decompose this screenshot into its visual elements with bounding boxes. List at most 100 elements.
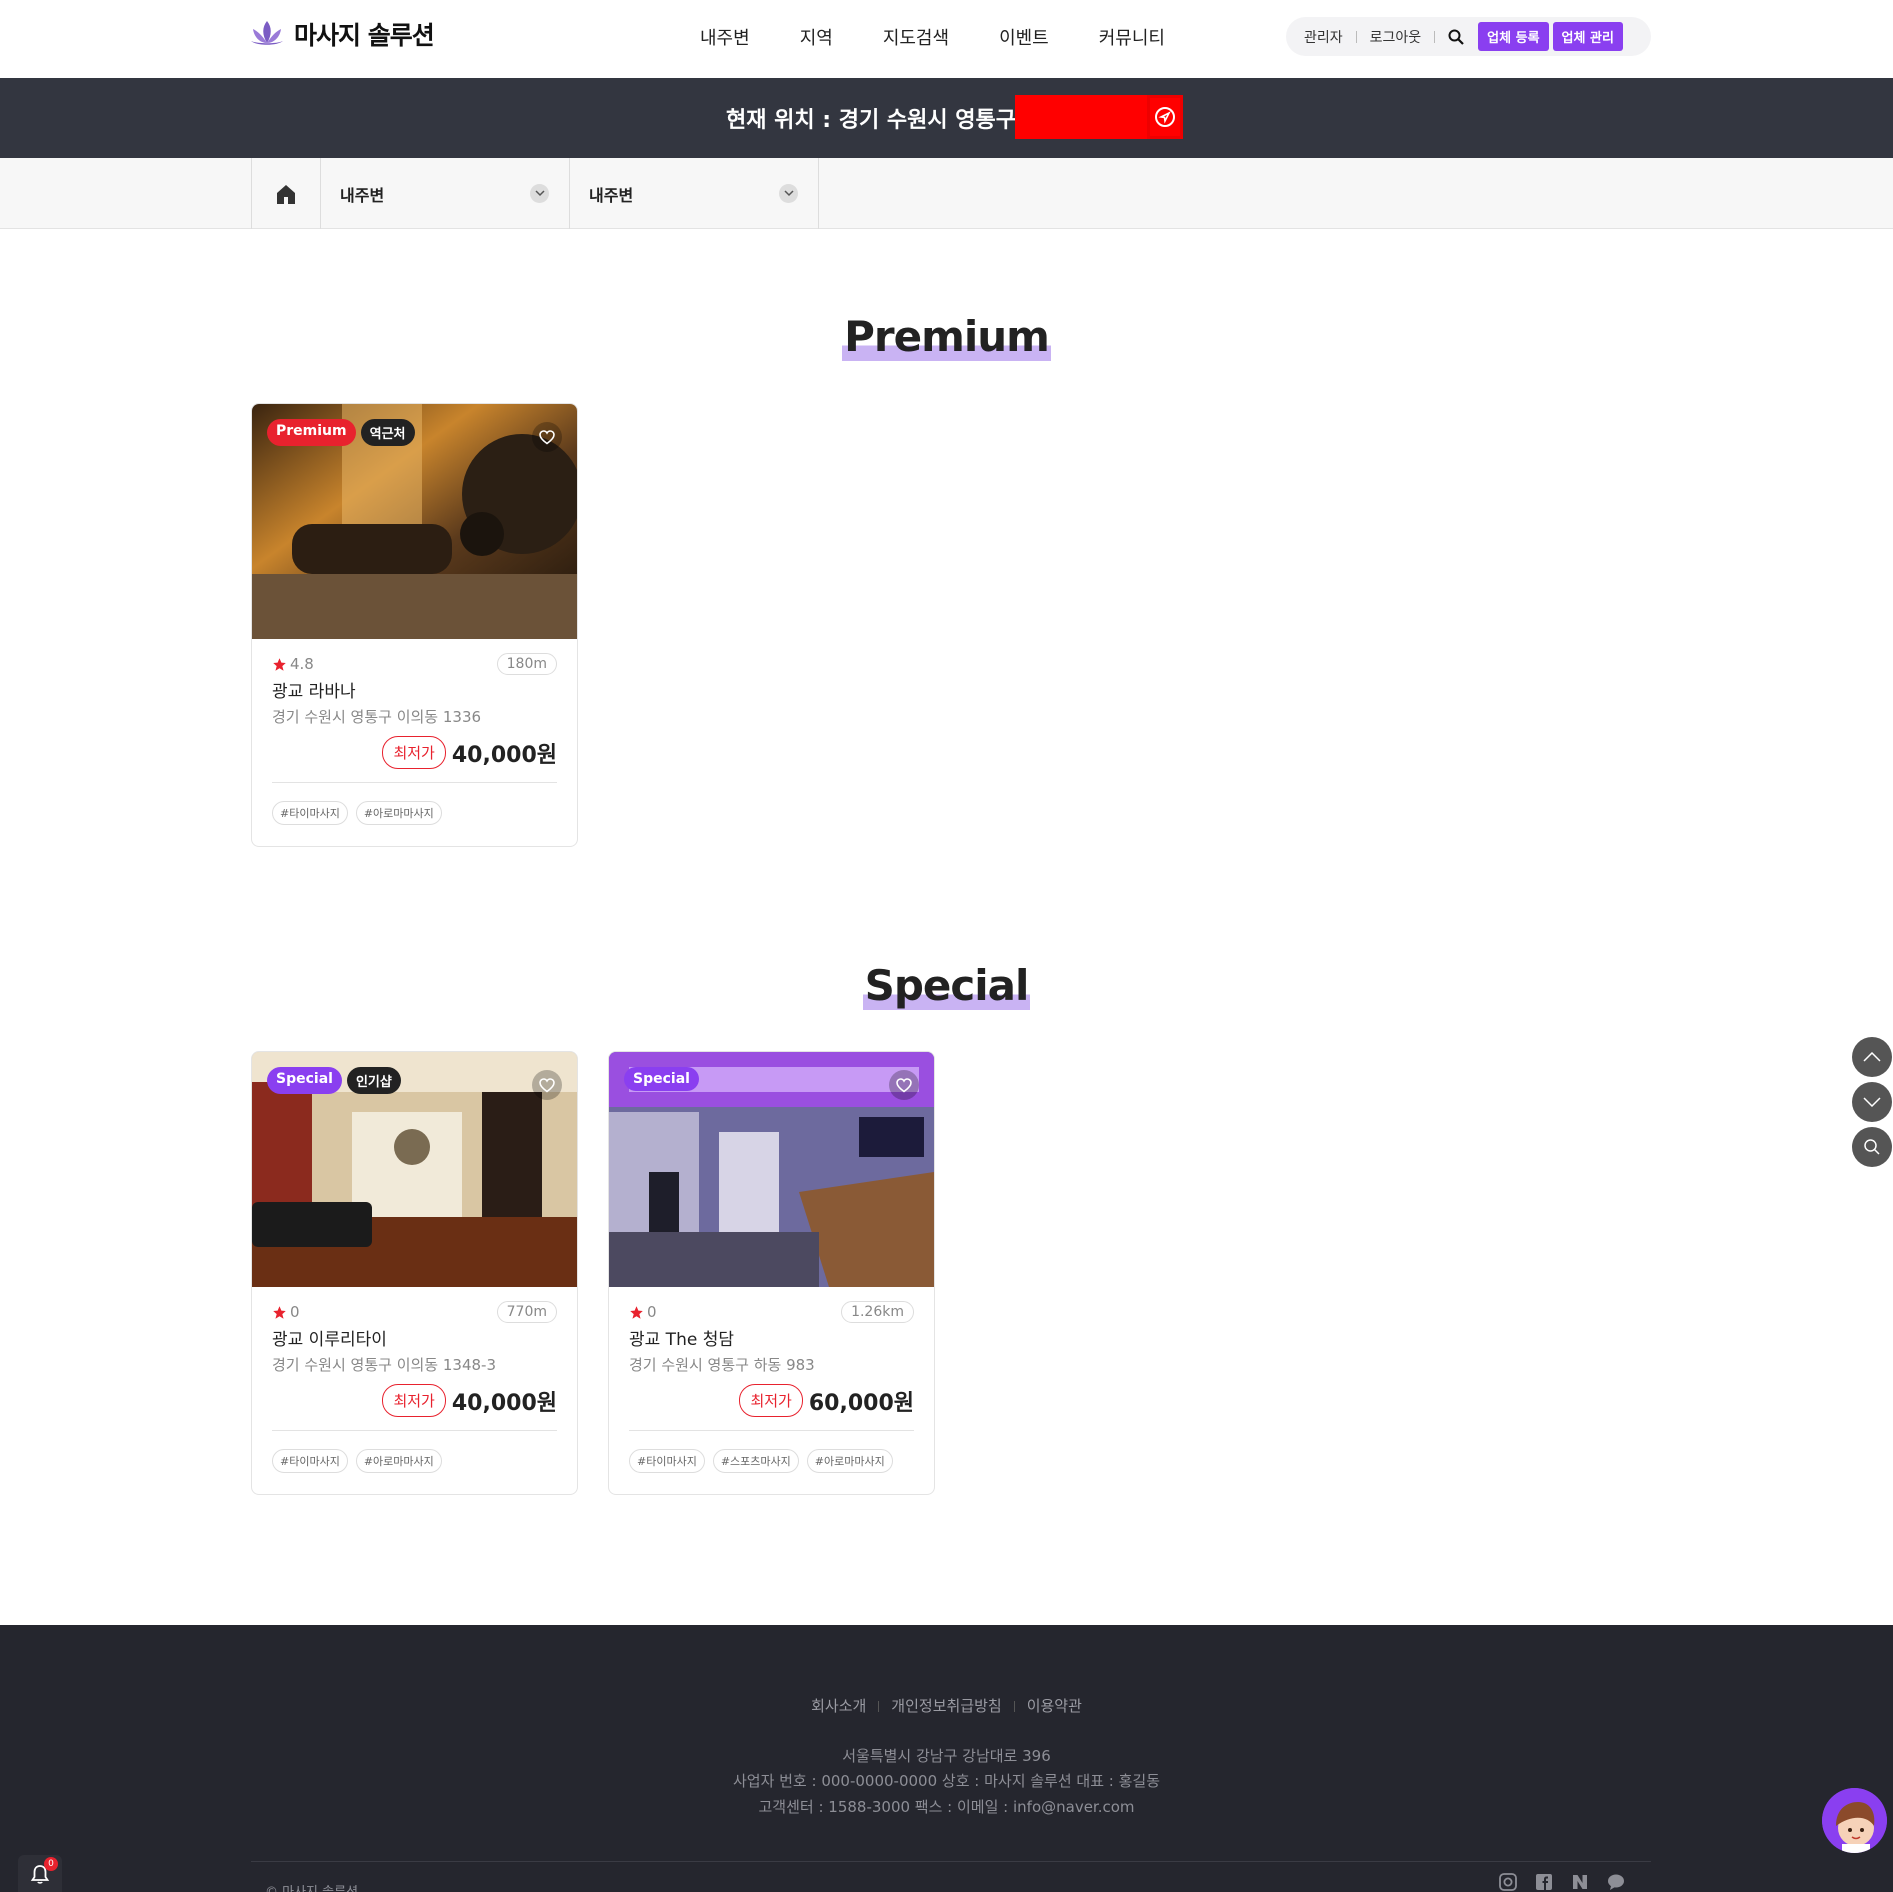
scroll-top-button[interactable] [1852, 1037, 1892, 1077]
tag[interactable]: #아로마마사지 [806, 1449, 893, 1473]
footer-link-about[interactable]: 회사소개 [811, 1697, 866, 1715]
naver-icon[interactable] [1570, 1872, 1590, 1892]
filter-select-2[interactable]: 내주변 [570, 158, 819, 229]
filter-select-1-label: 내주변 [340, 185, 385, 205]
logout-link[interactable]: 로그아웃 [1370, 27, 1422, 47]
divider [251, 1861, 1651, 1862]
shop-address: 경기 수원시 영통구 하동 983 [629, 1356, 815, 1374]
feature-badge: 역근처 [360, 419, 415, 446]
favorite-button[interactable] [532, 422, 562, 452]
divider [1355, 30, 1357, 43]
tag[interactable]: #스포츠마사지 [712, 1449, 799, 1473]
notification-count: 0 [44, 1857, 58, 1871]
lowest-price-label: 최저가 [382, 736, 446, 769]
tag[interactable]: #타이마사지 [629, 1449, 705, 1473]
character-icon [1822, 1788, 1887, 1853]
special-badge: Special [624, 1067, 699, 1091]
star-icon [630, 1305, 643, 1319]
tag[interactable]: #아로마마사지 [355, 801, 442, 825]
nav-item-region[interactable]: 지역 [800, 24, 833, 50]
rating: 0 [272, 1303, 300, 1321]
admin-link[interactable]: 관리자 [1304, 27, 1343, 47]
location-bar: 현재 위치 : 경기 수원시 영통구 [0, 78, 1893, 158]
rating-value: 0 [647, 1303, 657, 1321]
shop-name[interactable]: 광교 라바나 [272, 677, 356, 702]
divider [1434, 30, 1436, 43]
distance-badge: 770m [496, 1301, 557, 1323]
home-icon [277, 184, 295, 204]
heart-icon [539, 1077, 555, 1092]
heart-icon [896, 1077, 912, 1092]
feature-badge: 인기샵 [346, 1067, 401, 1094]
manage-business-button[interactable]: 업체 관리 [1552, 22, 1623, 51]
facebook-icon[interactable] [1534, 1872, 1554, 1892]
lotus-icon [251, 21, 283, 45]
footer-contact: 고객센터 : 1588-3000 팩스 : 이메일 : info@naver.c… [758, 1798, 1135, 1816]
shop-card[interactable]: Premium 역근처 4.8 180m 광교 라바나 경기 수원시 영통구 이… [251, 403, 578, 847]
footer: 회사소개 개인정보취급방침 이용약관 서울특별시 강남구 강남대로 396 사업자 … [0, 1625, 1893, 1892]
nav-item-nearby[interactable]: 내주변 [700, 24, 750, 50]
main-nav: 내주변 지역 지도검색 이벤트 커뮤니티 [700, 24, 1165, 50]
divider [878, 1701, 880, 1712]
premium-badge: Premium [267, 419, 356, 446]
shop-card[interactable]: Special 0 1.26km 광교 The 청담 경기 수원시 영통구 하동… [608, 1051, 935, 1495]
search-icon [1864, 1139, 1880, 1155]
notification-button[interactable]: 0 [18, 1855, 62, 1892]
filter-select-1[interactable]: 내주변 [321, 158, 570, 229]
compass-icon [1155, 107, 1175, 127]
register-business-button[interactable]: 업체 등록 [1478, 22, 1549, 51]
chat-icon[interactable] [1606, 1872, 1626, 1892]
divider [629, 1430, 914, 1431]
price-value: 60,000원 [808, 1390, 914, 1416]
scroll-bottom-button[interactable] [1852, 1082, 1892, 1122]
shop-address: 경기 수원시 영통구 이의동 1348-3 [272, 1356, 497, 1374]
shop-name[interactable]: 광교 이루리타이 [272, 1325, 387, 1350]
instagram-icon[interactable] [1498, 1872, 1518, 1892]
chatbot-avatar[interactable] [1822, 1788, 1887, 1853]
lowest-price-label: 최저가 [739, 1384, 803, 1417]
footer-link-terms[interactable]: 이용약관 [1027, 1697, 1082, 1715]
premium-section-title: Premium [842, 312, 1051, 361]
logo-text: 마사지 솔루션 [294, 21, 435, 50]
rating: 4.8 [272, 655, 314, 673]
rating-value: 4.8 [290, 655, 314, 673]
nav-item-event[interactable]: 이벤트 [999, 24, 1049, 50]
favorite-button[interactable] [889, 1070, 919, 1100]
rating-value: 0 [290, 1303, 300, 1321]
shop-name[interactable]: 광교 The 청담 [629, 1325, 734, 1350]
footer-link-privacy[interactable]: 개인정보취급방침 [891, 1697, 1001, 1715]
home-button[interactable] [251, 158, 321, 229]
tag[interactable]: #타이마사지 [272, 801, 348, 825]
footer-address: 서울특별시 강남구 강남대로 396 [842, 1747, 1051, 1765]
star-icon [273, 657, 286, 671]
chevron-down-icon [1863, 1097, 1881, 1107]
nav-item-community[interactable]: 커뮤니티 [1099, 24, 1165, 50]
footer-links: 회사소개 개인정보취급방침 이용약관 [0, 1695, 1893, 1716]
special-section-title: Special [862, 961, 1031, 1010]
util-bar: 관리자 로그아웃 업체 등록 업체 관리 [1286, 17, 1651, 56]
logo[interactable]: 마사지 솔루션 [250, 16, 435, 52]
tag[interactable]: #아로마마사지 [355, 1449, 442, 1473]
chevron-up-icon [1863, 1052, 1881, 1062]
search-icon[interactable] [1448, 29, 1464, 45]
chevron-down-icon [779, 184, 798, 203]
header: 마사지 솔루션 내주변 지역 지도검색 이벤트 커뮤니티 관리자 로그아웃 업체… [0, 0, 1893, 78]
tag[interactable]: #타이마사지 [272, 1449, 348, 1473]
floating-search-button[interactable] [1852, 1127, 1892, 1167]
divider [1013, 1701, 1015, 1712]
footer-business-info: 사업자 번호 : 000-0000-0000 상호 : 마사지 솔루션 대표 :… [732, 1772, 1161, 1790]
page: 마사지 솔루션 내주변 지역 지도검색 이벤트 커뮤니티 관리자 로그아웃 업체… [0, 0, 1893, 1892]
special-badge: Special [267, 1067, 342, 1094]
star-icon [273, 1305, 286, 1319]
lowest-price-label: 최저가 [382, 1384, 446, 1417]
locate-button[interactable] [1147, 95, 1183, 139]
favorite-button[interactable] [532, 1070, 562, 1100]
shop-card[interactable]: Special 인기샵 0 770m 광교 이루리타이 경기 수원시 영통구 이… [251, 1051, 578, 1495]
nav-item-map-search[interactable]: 지도검색 [883, 24, 949, 50]
distance-badge: 180m [496, 653, 557, 675]
filter-bar: 내주변 내주변 [0, 158, 1893, 229]
sns-links [1498, 1872, 1626, 1892]
filter-select-2-label: 내주변 [589, 185, 634, 205]
divider [272, 782, 557, 783]
chevron-down-icon [530, 184, 549, 203]
